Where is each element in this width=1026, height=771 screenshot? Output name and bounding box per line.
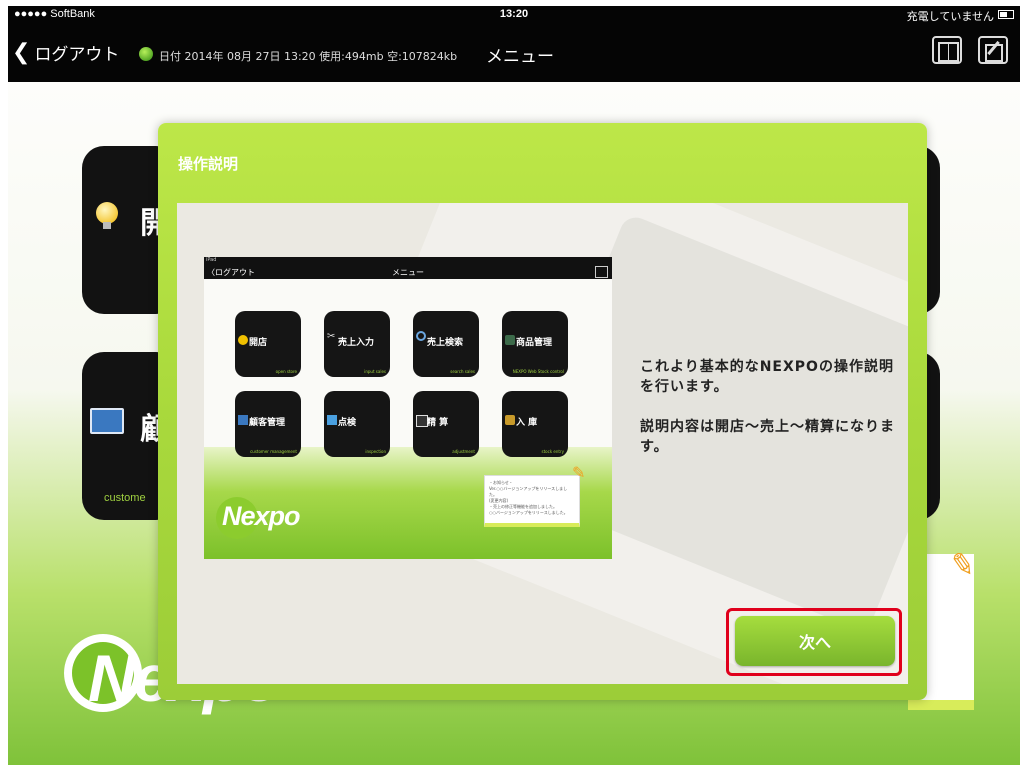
preview-tile-stock-entry: 入 庫 stock entry bbox=[502, 391, 568, 457]
preview-tile-label: 売上検索 bbox=[427, 338, 464, 348]
message-scope: 説明内容は開店～売上～精算になります。 bbox=[640, 419, 895, 455]
tutorial-dialog: 操作説明 iPad 〈ログアウト メニュー 開店 open store ✂ 売上… bbox=[158, 123, 927, 700]
preview-compose-icon bbox=[595, 266, 608, 278]
preview-tile-sublabel: adjustment bbox=[452, 449, 475, 454]
preview-tile-label: 売上入力 bbox=[338, 338, 375, 348]
preview-tile-input-sales: ✂ 売上入力 input sales bbox=[324, 311, 390, 377]
dialog-content: iPad 〈ログアウト メニュー 開店 open store ✂ 売上入力 in… bbox=[177, 203, 908, 684]
preview-tile-label: 開店 bbox=[249, 338, 268, 348]
preview-tile-search-sales: 売上検索 search sales bbox=[413, 311, 479, 377]
ipad-screen: 開 顧 custome ✎ Nexpo ●●●●● SoftBank 13:20… bbox=[8, 6, 1020, 765]
session-info: 日付 2014年 08月 27日 13:20 使用:494mb 空:107824… bbox=[159, 50, 458, 63]
dialog-message: これより基本的なNEXPOの操作説明を行います。 説明内容は開店～売上～精算にな… bbox=[640, 357, 900, 477]
preview-title: メニュー bbox=[392, 268, 424, 277]
preview-tile-sublabel: stock entry bbox=[541, 449, 564, 454]
preview-tile-sublabel: customer management bbox=[250, 449, 297, 454]
next-button[interactable]: 次へ bbox=[735, 616, 895, 666]
note-line: Ver.○○バージョンアップをリリースしました。 bbox=[489, 486, 568, 497]
pencil-icon: ✎ bbox=[947, 546, 978, 585]
manual-book-button[interactable] bbox=[932, 36, 962, 64]
magnifier-icon bbox=[416, 331, 426, 341]
check-icon bbox=[327, 415, 337, 425]
pencil-icon: ✎ bbox=[572, 463, 586, 482]
battery-icon bbox=[998, 10, 1014, 19]
scissors-icon: ✂ bbox=[327, 331, 336, 342]
box-icon bbox=[505, 335, 515, 345]
id-card-icon bbox=[90, 408, 124, 434]
preview-status: iPad bbox=[206, 257, 217, 263]
bulb-icon bbox=[96, 202, 118, 229]
preview-tile-sublabel: open store bbox=[275, 369, 297, 374]
nexpo-small-logo-icon bbox=[139, 47, 153, 61]
preview-tile-sublabel: inspection bbox=[365, 449, 386, 454]
note-line: ○○バージョンアップをリリースしました。 bbox=[489, 510, 568, 515]
preview-nexpo-logo: Nexpo bbox=[222, 501, 301, 531]
page-title: メニュー bbox=[486, 47, 554, 67]
card-icon bbox=[238, 415, 248, 425]
logout-label: ログアウト bbox=[34, 45, 120, 65]
menu-preview-screenshot: iPad 〈ログアウト メニュー 開店 open store ✂ 売上入力 in… bbox=[204, 257, 612, 559]
logout-button[interactable]: ❮ ログアウト bbox=[12, 40, 119, 65]
preview-tile-label: 点検 bbox=[338, 418, 357, 428]
message-intro: これより基本的なNEXPOの操作説明を行います。 bbox=[640, 359, 894, 395]
charging-status: 充電していません bbox=[906, 11, 994, 23]
preview-tile-open-store: 開店 open store bbox=[235, 311, 301, 377]
preview-tile-sublabel: NEXPO Web Stock control bbox=[512, 369, 564, 374]
preview-tile-label: 顧客管理 bbox=[249, 418, 286, 428]
preview-tile-adjustment: 精 算 adjustment bbox=[413, 391, 479, 457]
preview-tile-label: 入 庫 bbox=[516, 418, 538, 428]
status-time: 13:20 bbox=[499, 8, 529, 20]
preview-notice-note: ・お知らせ・ Ver.○○バージョンアップをリリースしました。 (変更内容) ・… bbox=[484, 475, 580, 527]
preview-tile-sublabel: input sales bbox=[364, 369, 386, 374]
box-icon bbox=[505, 415, 515, 425]
preview-tile-product-management: 商品管理 NEXPO Web Stock control bbox=[502, 311, 568, 377]
navigation-bar: ●●●●● SoftBank 13:20 充電していません ❮ ログアウト 日付… bbox=[8, 6, 1020, 82]
bulb-icon bbox=[238, 335, 248, 345]
preview-tile-sublabel: search sales bbox=[450, 369, 475, 374]
preview-tile-customer-management: 顧客管理 customer management bbox=[235, 391, 301, 457]
compose-button[interactable] bbox=[978, 36, 1008, 64]
preview-tile-label: 商品管理 bbox=[516, 338, 553, 348]
chevron-left-icon: ❮ bbox=[12, 39, 31, 65]
tile-sublabel: custome bbox=[104, 492, 146, 504]
preview-tile-inspection: 点検 inspection bbox=[324, 391, 390, 457]
dialog-title: 操作説明 bbox=[178, 155, 239, 173]
preview-nav-bar: iPad 〈ログアウト メニュー bbox=[204, 257, 612, 279]
preview-tile-label: 精 算 bbox=[427, 418, 449, 428]
